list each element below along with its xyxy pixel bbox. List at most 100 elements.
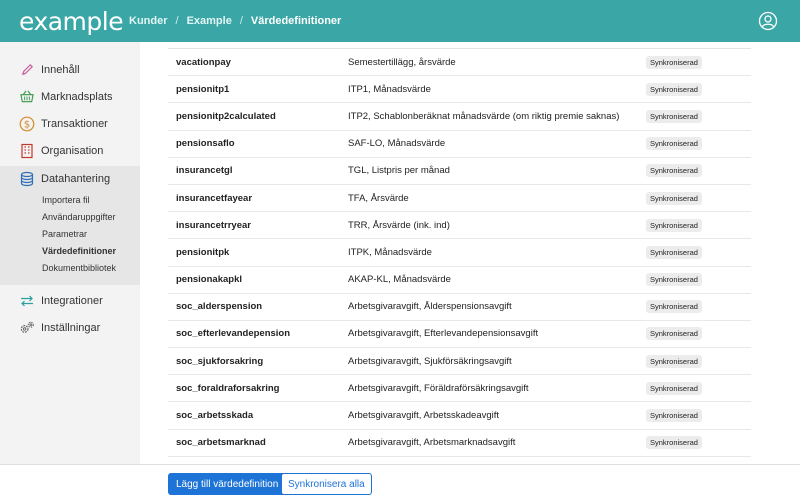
status-badge: Synkroniserad: [646, 191, 702, 205]
status-cell: Synkroniserad: [646, 191, 751, 205]
user-icon[interactable]: [758, 11, 778, 31]
building-icon: [19, 143, 35, 159]
sidebar-item-label: Datahantering: [41, 173, 111, 185]
status-badge: Synkroniserad: [646, 109, 702, 123]
table-row[interactable]: soc_efterlevandepension Arbetsgivaravgift…: [168, 321, 751, 349]
breadcrumb-example[interactable]: Example: [187, 15, 232, 27]
sidebar-item-organisation[interactable]: Organisation: [0, 137, 140, 164]
table-row[interactable]: soc_arbetsmarknad Arbetsgivaravgift, Arbe…: [168, 430, 751, 457]
sidebar-group-datahantering: Datahantering Importera fil Användaruppg…: [0, 166, 140, 285]
definition-description: Arbetsgivaravgift, Föräldraförsäkringsav…: [348, 382, 529, 394]
status-badge: Synkroniserad: [646, 218, 702, 232]
sidebar-item-installningar[interactable]: Inställningar: [0, 314, 140, 341]
status-cell: Synkroniserad: [646, 327, 751, 341]
status-cell: Synkroniserad: [646, 381, 751, 395]
sidebar-item-label: Inställningar: [41, 321, 101, 334]
sidebar-item-transaktioner[interactable]: $ Transaktioner: [0, 110, 140, 137]
status-badge: Synkroniserad: [646, 137, 702, 151]
arrows-icon: [19, 293, 35, 309]
breadcrumb: Kunder / Example / Värdedefinitioner: [129, 15, 341, 27]
status-badge: Synkroniserad: [646, 55, 702, 69]
breadcrumb-separator: /: [239, 15, 243, 27]
sidebar-subitem-vardedefinitioner[interactable]: Värdedefinitioner: [0, 243, 140, 260]
table-row[interactable]: pensionsaflo SAF-LO, Månadsvärde Synkronis…: [168, 131, 751, 158]
definition-name: soc_arbetsmarknad: [176, 437, 266, 449]
definition-name: pensionsaflo: [176, 138, 235, 150]
table-row[interactable]: pensionitpk ITPK, Månadsvärde Synkronisera…: [168, 239, 751, 267]
definition-name: pensionitp2calculated: [176, 110, 276, 122]
table-row[interactable]: pensionakapkl AKAP-KL, Månadsvärde Synkron…: [168, 267, 751, 294]
status-badge: Synkroniserad: [646, 164, 702, 178]
top-bar: example Kunder / Example / Värdedefiniti…: [0, 0, 800, 42]
table-row[interactable]: insurancetgl TGL, Listpris per månad Synkr…: [168, 158, 751, 185]
table-row[interactable]: soc_alderspension Arbetsgivaravgift, Ålde…: [168, 294, 751, 321]
definition-description: ITP2, Schablonberäknat månadsvärde (om r…: [348, 110, 620, 122]
definition-name: insurancetrryear: [176, 219, 251, 231]
definition-description: Arbetsgivaravgift, Ålderspensionsavgift: [348, 301, 512, 313]
definition-description: AKAP-KL, Månadsvärde: [348, 274, 451, 286]
sidebar-item-marknadsplats[interactable]: Marknadsplats: [0, 83, 140, 110]
value-definitions-table: vacationpay Semestertillägg, årsvärde Synk…: [168, 48, 751, 457]
status-badge: Synkroniserad: [646, 273, 702, 287]
status-cell: Synkroniserad: [646, 109, 751, 123]
sidebar-item-label: Integrationer: [41, 294, 103, 307]
sidebar-item-innehall[interactable]: Innehåll: [0, 56, 140, 83]
status-cell: Synkroniserad: [646, 218, 751, 232]
footer-bar: Lägg till värdedefinition Synkronisera a…: [0, 464, 800, 500]
sidebar-subitem-anvandaruppgifter[interactable]: Användaruppgifter: [0, 209, 140, 226]
table-row[interactable]: soc_arbetsskada Arbetsgivaravgift, Arbets…: [168, 402, 751, 430]
status-cell: Synkroniserad: [646, 137, 751, 151]
definition-name: insurancetgl: [176, 165, 233, 177]
definition-name: insurancetfayear: [176, 192, 253, 204]
definition-description: TGL, Listpris per månad: [348, 165, 450, 177]
table-row[interactable]: soc_foraldraforsakring Arbetsgivaravgift,…: [168, 375, 751, 403]
status-cell: Synkroniserad: [646, 55, 751, 69]
definition-description: Arbetsgivaravgift, Efterlevandepensionsa…: [348, 328, 539, 340]
status-badge: Synkroniserad: [646, 82, 702, 96]
sidebar-item-datahantering[interactable]: Datahantering: [0, 166, 140, 192]
table-row[interactable]: vacationpay Semestertillägg, årsvärde Synk…: [168, 49, 751, 77]
status-badge: Synkroniserad: [646, 245, 702, 259]
status-cell: Synkroniserad: [646, 82, 751, 96]
sidebar-subitem-dokumentbibliotek[interactable]: Dokumentbibliotek: [0, 260, 140, 277]
definition-name: soc_arbetsskada: [176, 410, 254, 422]
sidebar-item-integrationer[interactable]: Integrationer: [0, 287, 140, 314]
definition-description: Arbetsgivaravgift, Arbetsskadeavgift: [348, 410, 500, 422]
status-cell: Synkroniserad: [646, 436, 751, 450]
table-row[interactable]: insurancetrryear TRR, Årsvärde (ink. ind)…: [168, 212, 751, 240]
status-badge: Synkroniserad: [646, 354, 702, 368]
status-cell: Synkroniserad: [646, 300, 751, 314]
definition-name: soc_foraldraforsakring: [176, 382, 280, 394]
breadcrumb-current: Värdedefinitioner: [250, 15, 342, 27]
table-row[interactable]: pensionitp1 ITP1, Månadsvärde Synkronisera…: [168, 76, 751, 104]
definition-description: TRR, Årsvärde (ink. ind): [348, 219, 450, 231]
table-row[interactable]: pensionitp2calculated ITP2, Schablonberäk…: [168, 103, 751, 131]
definition-description: Arbetsgivaravgift, Sjukförsäkringsavgift: [348, 355, 512, 367]
sync-all-button[interactable]: Synkronisera alla: [281, 473, 372, 495]
definition-description: TFA, Årsvärde: [348, 192, 409, 204]
sidebar-subitem-importera-fil[interactable]: Importera fil: [0, 192, 140, 209]
sidebar-item-label: Marknadsplats: [41, 90, 113, 103]
status-cell: Synkroniserad: [646, 409, 751, 423]
definition-name: soc_sjukforsakring: [176, 355, 264, 367]
table-row[interactable]: soc_sjukforsakring Arbetsgivaravgift, Sju…: [168, 348, 751, 376]
sidebar-subitem-parametrar[interactable]: Parametrar: [0, 226, 140, 243]
status-badge: Synkroniserad: [646, 436, 702, 450]
definition-name: soc_efterlevandepension: [176, 328, 291, 340]
breadcrumb-kunder[interactable]: Kunder: [129, 15, 168, 27]
sidebar-item-label: Transaktioner: [41, 117, 108, 130]
logo[interactable]: example: [19, 7, 129, 36]
definition-name: pensionitp1: [176, 83, 230, 95]
definition-description: Arbetsgivaravgift, Arbetsmarknadsavgift: [348, 437, 516, 449]
definition-name: pensionakapkl: [176, 274, 242, 286]
status-cell: Synkroniserad: [646, 164, 751, 178]
definition-description: Semestertillägg, årsvärde: [348, 56, 456, 68]
definition-name: pensionitpk: [176, 246, 230, 258]
status-cell: Synkroniserad: [646, 245, 751, 259]
table-row[interactable]: insurancetfayear TFA, Årsvärde Synkroniser…: [168, 185, 751, 213]
basket-icon: [19, 89, 35, 105]
status-badge: Synkroniserad: [646, 327, 702, 341]
sidebar: Innehåll Marknadsplats $ Transaktioner O…: [0, 42, 140, 500]
add-value-definition-button[interactable]: Lägg till värdedefinition: [168, 473, 287, 495]
status-badge: Synkroniserad: [646, 300, 702, 314]
